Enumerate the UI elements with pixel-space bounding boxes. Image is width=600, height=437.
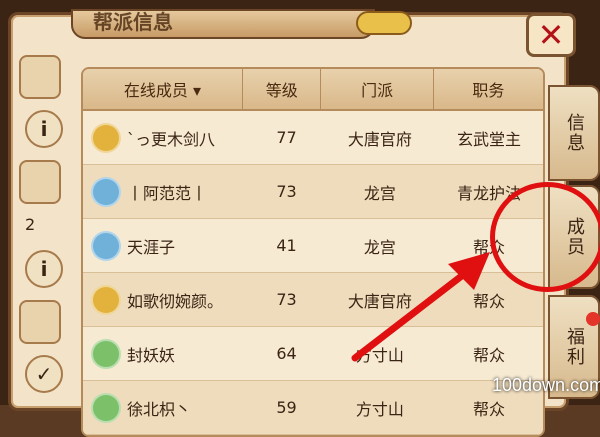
member-level: 59 (276, 398, 297, 417)
close-button[interactable]: ✕ (526, 13, 576, 57)
left-nav-button[interactable] (19, 160, 61, 204)
notification-dot (586, 312, 600, 326)
member-level: 73 (276, 182, 297, 201)
header-level[interactable]: 等级 (243, 69, 322, 109)
red-circle-annotation (490, 182, 600, 292)
member-name-cell: 徐北枳丶 (83, 381, 248, 434)
member-role: 玄武堂主 (456, 129, 521, 149)
leaf-icon (91, 392, 121, 423)
watermark: 100down.com (492, 375, 600, 395)
member-name-cell: 如歌彻婉颜。 (83, 273, 248, 326)
leaf-icon (91, 338, 121, 369)
left-strip-number: 2 (25, 215, 36, 234)
table-header: 在线成员 ▾ 等级 门派 职务 (83, 69, 543, 111)
member-level: 64 (276, 344, 297, 363)
tab-info[interactable]: 信息 (548, 85, 600, 181)
left-button-strip: i 2 i ✓ (19, 55, 63, 410)
member-name: `っ更木剑八 (127, 129, 216, 149)
member-level: 41 (276, 236, 297, 255)
info-icon[interactable]: i (25, 250, 63, 288)
window-title: 帮派信息 (93, 10, 173, 34)
member-name: 天涯子 (127, 237, 176, 257)
member-name: 封妖妖 (127, 345, 176, 365)
check-icon[interactable]: ✓ (25, 355, 63, 393)
member-name: 丨阿范范丨 (127, 183, 208, 203)
dragon-palace-icon (91, 230, 121, 261)
member-faction: 方寸山 (355, 399, 404, 419)
gold-coin-icon (91, 284, 121, 315)
member-name-cell: `っ更木剑八 (83, 111, 248, 164)
table-row[interactable]: 丨阿范范丨 73 龙宫 青龙护法 (83, 165, 543, 219)
table-row[interactable]: 徐北枳丶 59 方寸山 帮众 (83, 381, 543, 435)
left-nav-button[interactable] (19, 55, 61, 99)
info-icon[interactable]: i (25, 110, 63, 148)
member-name: 如歌彻婉颜。 (127, 291, 224, 311)
close-icon: ✕ (537, 16, 565, 54)
member-name-cell: 封妖妖 (83, 327, 248, 380)
member-faction: 龙宫 (363, 183, 396, 203)
member-name: 徐北枳丶 (127, 399, 192, 419)
left-nav-button[interactable] (19, 300, 61, 344)
member-faction: 大唐官府 (347, 129, 412, 149)
header-faction[interactable]: 门派 (321, 69, 434, 109)
dragon-palace-icon (91, 176, 121, 207)
title-ornament-icon (356, 11, 412, 35)
table-row[interactable]: `っ更木剑八 77 大唐官府 玄武堂主 (83, 111, 543, 165)
header-role[interactable]: 职务 (434, 69, 543, 109)
member-level: 77 (276, 128, 297, 147)
member-level: 73 (276, 290, 297, 309)
member-name-cell: 丨阿范范丨 (83, 165, 248, 218)
red-arrow-annotation (351, 252, 490, 362)
gold-coin-icon (91, 122, 121, 153)
header-online-members[interactable]: 在线成员 ▾ (83, 69, 243, 109)
member-name-cell: 天涯子 (83, 219, 248, 272)
